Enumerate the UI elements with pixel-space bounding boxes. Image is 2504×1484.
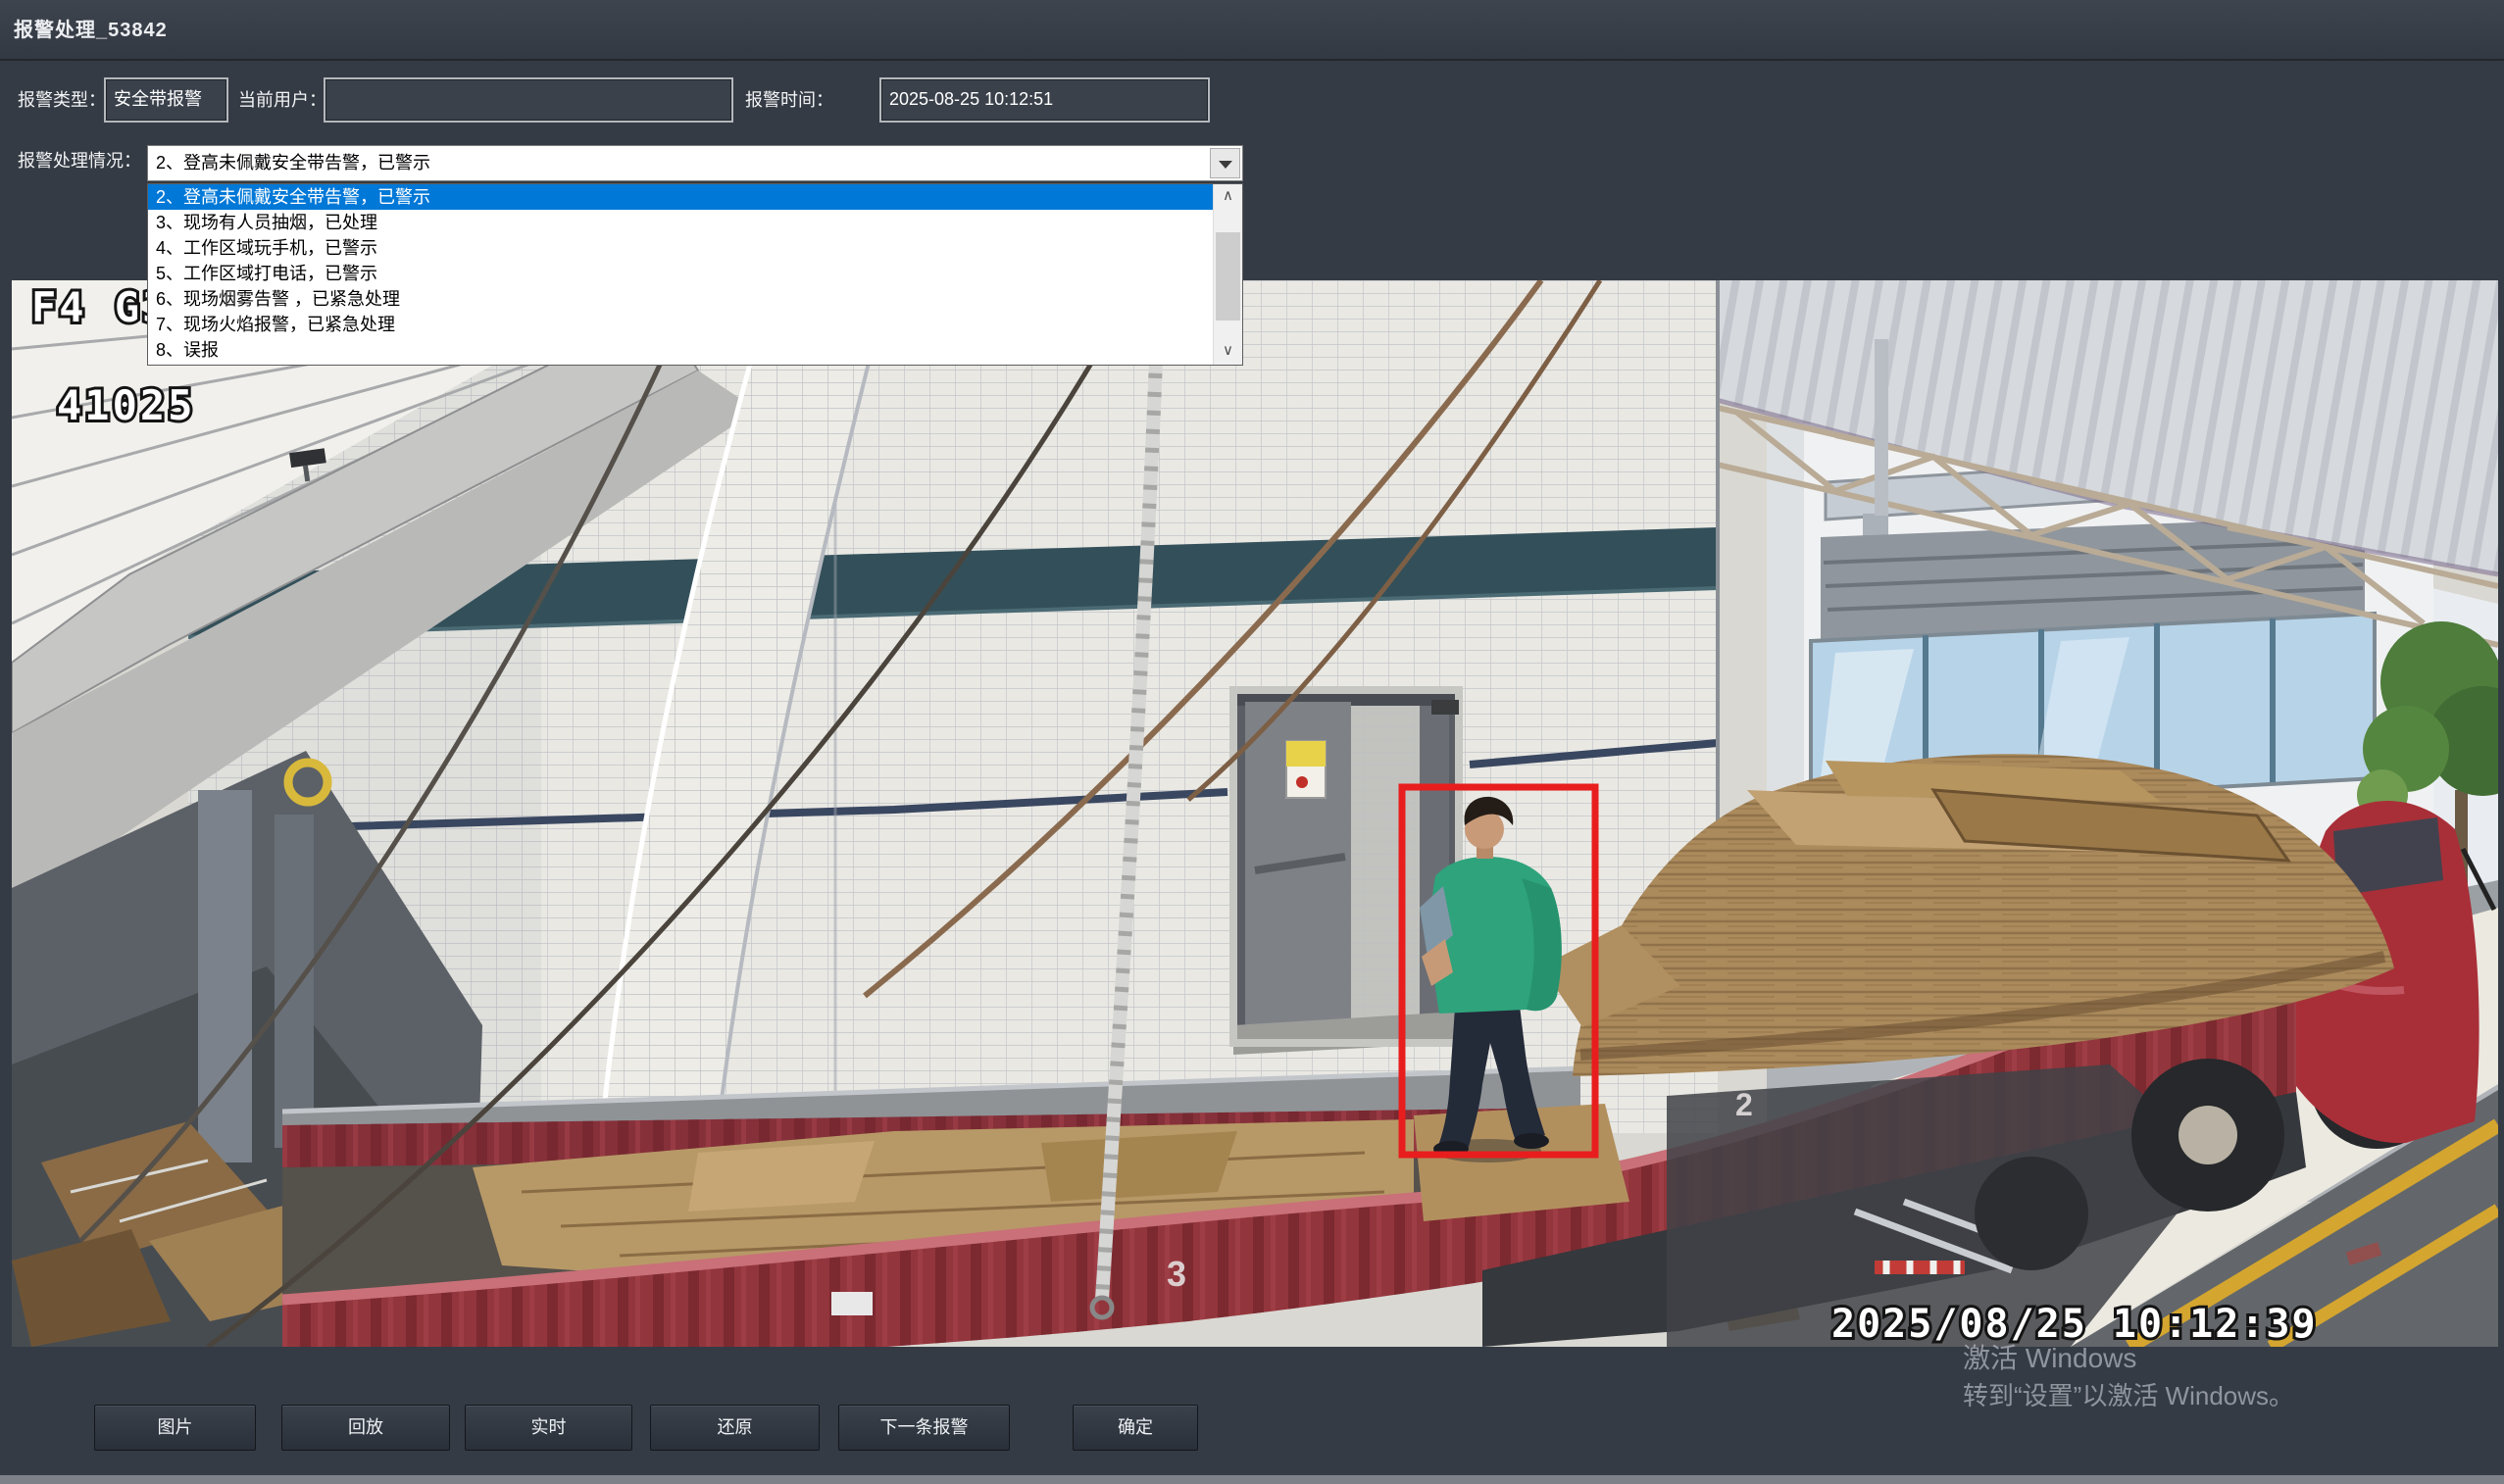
combo-dropdown-button[interactable] xyxy=(1210,148,1240,178)
bottom-edge-strip xyxy=(0,1475,2504,1484)
confirm-button[interactable]: 确定 xyxy=(1073,1405,1198,1451)
handling-dropdown-list[interactable]: 2、登高未佩戴安全带告警，已警示 3、现场有人员抽烟，已处理 4、工作区域玩手机… xyxy=(147,183,1243,366)
dropdown-option[interactable]: 5、工作区域打电话，已警示 xyxy=(148,261,1213,286)
playback-button[interactable]: 回放 xyxy=(281,1405,450,1451)
alarm-time-label: 报警时间： xyxy=(745,77,833,123)
dropdown-option[interactable]: 6、现场烟雾告警 ，已紧急处理 xyxy=(148,286,1213,312)
scroll-up-icon[interactable]: ∧ xyxy=(1214,184,1242,210)
window-title: 报警处理_53842 xyxy=(14,14,168,42)
dropdown-option[interactable]: 3、现场有人员抽烟，已处理 xyxy=(148,210,1213,235)
video-timestamp: 2025/08/25 10:12:39 xyxy=(1831,1302,2318,1347)
current-user-label: 当前用户： xyxy=(238,77,326,123)
dropdown-scrollbar[interactable]: ∧ ∨ xyxy=(1213,184,1242,365)
picture-button[interactable]: 图片 xyxy=(94,1405,256,1451)
current-user-field[interactable] xyxy=(324,77,733,123)
dropdown-option[interactable]: 8、误报 xyxy=(148,337,1213,363)
scrollbar-thumb[interactable] xyxy=(1216,232,1240,321)
alarm-time-field: 2025-08-25 10:12:51 xyxy=(879,77,1210,123)
handling-label: 报警处理情况： xyxy=(18,140,141,181)
scroll-down-icon[interactable]: ∨ xyxy=(1214,339,1242,365)
next-alarm-button[interactable]: 下一条报警 xyxy=(838,1405,1010,1451)
wall-lamp xyxy=(1431,700,1459,715)
chevron-down-icon xyxy=(1219,161,1232,169)
dropdown-option[interactable]: 2、登高未佩戴安全带告警，已警示 xyxy=(148,184,1213,210)
dropdown-option[interactable]: 7、现场火焰报警，已紧急处理 xyxy=(148,312,1213,337)
alarm-type-label: 报警类型： xyxy=(18,77,106,123)
alarm-type-field: 安全带报警 xyxy=(104,77,228,123)
truck-panel-number-2: 2 xyxy=(1735,1087,1753,1122)
dropdown-option[interactable]: 4、工作区域玩手机，已警示 xyxy=(148,235,1213,261)
doorway xyxy=(1233,690,1459,1055)
handling-combobox[interactable]: 2、登高未佩戴安全带告警，已警示 xyxy=(147,145,1243,181)
cctv-video-feed: 3 2 F4 G30 41025 2025/08/25 10:12:39 xyxy=(12,280,2498,1347)
restore-button[interactable]: 还原 xyxy=(650,1405,820,1451)
handling-selected-value: 2、登高未佩戴安全带告警，已警示 xyxy=(156,146,1203,180)
realtime-button[interactable]: 实时 xyxy=(465,1405,632,1451)
camera-label-line2: 41025 xyxy=(57,381,195,429)
title-bar: 报警处理_53842 xyxy=(0,0,2504,61)
windows-activation-watermark-line2: 转到“设置”以激活 Windows。 xyxy=(1963,1376,2294,1412)
truck-panel-number-3: 3 xyxy=(1167,1254,1186,1294)
cctv-scene: 3 2 F4 G30 41025 2025/08/25 10:12:39 xyxy=(12,280,2498,1347)
